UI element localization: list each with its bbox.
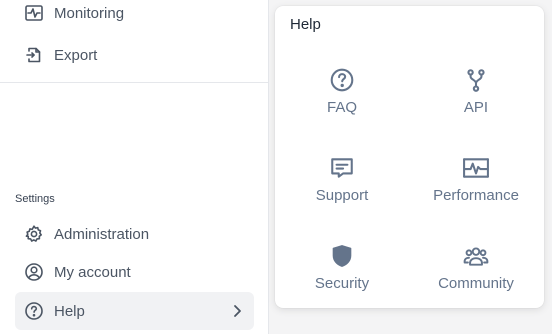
sidebar-item-label: Help xyxy=(54,302,85,320)
chat-icon xyxy=(326,155,358,181)
help-tile-support[interactable]: Support xyxy=(277,149,407,229)
help-popover: Help FAQ API Support Performance Securit… xyxy=(275,6,544,308)
user-circle-icon xyxy=(24,262,44,282)
help-tile-security[interactable]: Security xyxy=(277,237,407,317)
monitoring-icon xyxy=(24,3,44,23)
sidebar-item-label: Export xyxy=(54,46,98,64)
help-tile-label: Performance xyxy=(433,187,519,204)
users-icon xyxy=(460,243,492,269)
question-circle-icon xyxy=(24,301,44,321)
help-popover-title: Help xyxy=(290,16,321,33)
sidebar-item-my-account[interactable]: My account xyxy=(15,253,254,291)
export-icon xyxy=(24,45,44,65)
gear-icon xyxy=(24,224,44,244)
sidebar-item-label: My account xyxy=(54,263,131,281)
sidebar-item-administration[interactable]: Administration xyxy=(15,215,254,253)
branch-icon xyxy=(460,67,492,93)
help-tile-performance[interactable]: Performance xyxy=(411,149,541,229)
help-tile-label: Support xyxy=(315,187,369,204)
help-tile-label: API xyxy=(463,99,489,116)
help-tile-faq[interactable]: FAQ xyxy=(277,61,407,141)
sidebar-item-label: Administration xyxy=(54,225,150,243)
sidebar-item-help[interactable]: Help xyxy=(15,292,254,330)
sidebar-item-label: Monitoring xyxy=(54,4,125,22)
sidebar-divider xyxy=(0,82,269,83)
pulse-icon xyxy=(460,155,492,181)
help-tile-label: Security xyxy=(314,275,370,292)
sidebar: Monitoring Export Settings Administratio… xyxy=(0,0,269,334)
settings-section-label: Settings xyxy=(15,193,55,205)
help-tile-label: FAQ xyxy=(326,99,357,116)
help-tile-api[interactable]: API xyxy=(411,61,541,141)
help-tile-label: Community xyxy=(438,275,514,292)
question-circle-icon xyxy=(326,67,358,93)
help-tile-community[interactable]: Community xyxy=(411,237,541,317)
sidebar-item-export[interactable]: Export xyxy=(15,36,254,74)
sidebar-item-monitoring[interactable]: Monitoring xyxy=(15,0,254,32)
shield-icon xyxy=(326,243,358,269)
chevron-right-icon xyxy=(234,305,241,317)
